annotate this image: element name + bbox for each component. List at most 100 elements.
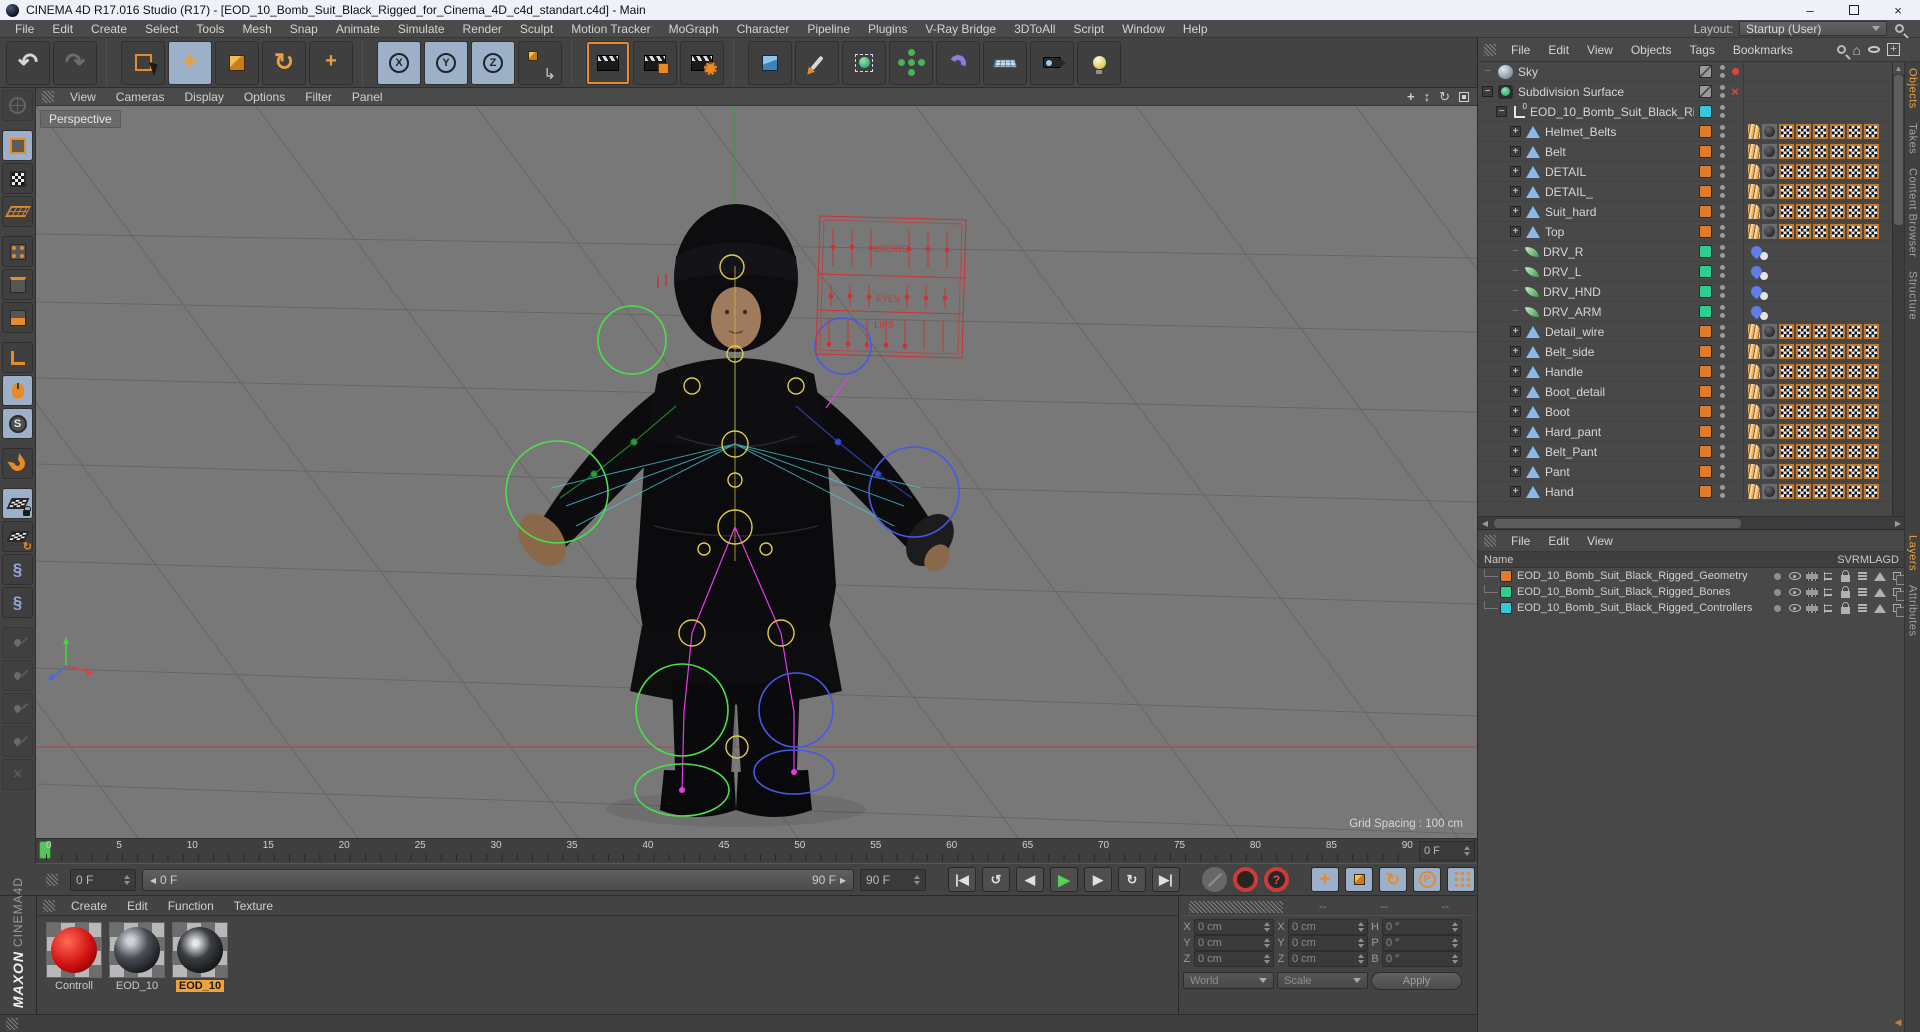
selection-tag-icon[interactable] <box>1847 164 1862 179</box>
selection-tag-icon[interactable] <box>1779 124 1794 139</box>
weight-tag-icon[interactable] <box>1748 464 1760 479</box>
scroll-left-icon[interactable]: ◀ <box>1892 1016 1904 1028</box>
selection-tag-icon[interactable] <box>1796 144 1811 159</box>
selection-tag-icon[interactable] <box>1847 144 1862 159</box>
state-icon[interactable] <box>1727 68 1743 75</box>
object-tags[interactable] <box>1743 362 1893 381</box>
visibility-toggles[interactable] <box>1717 305 1727 318</box>
material-menu-item[interactable]: Create <box>61 899 117 913</box>
visibility-toggles[interactable] <box>1717 365 1727 378</box>
z-axis-lock-button[interactable]: Z <box>471 40 515 85</box>
object-row[interactable]: Helmet_Belts <box>1478 122 1893 142</box>
selection-tag-icon[interactable] <box>1796 184 1811 199</box>
current-frame-input[interactable]: 0 F <box>70 868 136 891</box>
object-name[interactable]: Belt_Pant <box>1545 445 1694 459</box>
selection-tag-icon[interactable] <box>1830 404 1845 419</box>
selection-tag-icon[interactable] <box>1779 444 1794 459</box>
selection-tag-icon[interactable] <box>1864 144 1879 159</box>
material-item[interactable]: EOD_10 <box>108 922 166 992</box>
layer-menu-item[interactable]: Edit <box>1539 534 1578 548</box>
rotation-field[interactable]: 0 ° <box>1382 951 1462 967</box>
texture-tag-icon[interactable] <box>1762 464 1777 479</box>
selection-tag-icon[interactable] <box>1864 344 1879 359</box>
selection-tag-icon[interactable] <box>1847 384 1862 399</box>
selection-tag-icon[interactable] <box>1847 124 1862 139</box>
next-key-button[interactable]: ↻ <box>1118 867 1146 892</box>
object-name[interactable]: DETAIL <box>1545 165 1694 179</box>
selection-tag-icon[interactable] <box>1864 124 1879 139</box>
selection-tag-icon[interactable] <box>1830 144 1845 159</box>
menu-item[interactable]: Motion Tracker <box>562 22 659 36</box>
material-menu-item[interactable]: Function <box>158 899 224 913</box>
animation-toggle[interactable] <box>1854 607 1871 609</box>
selection-tag-icon[interactable] <box>1779 364 1794 379</box>
selection-tag-icon[interactable] <box>1864 324 1879 339</box>
apply-button[interactable]: Apply <box>1371 972 1462 990</box>
object-name[interactable]: Pant <box>1545 465 1694 479</box>
layer-name[interactable]: EOD_10_Bomb_Suit_Black_Rigged_Bones <box>1517 586 1769 598</box>
layer-color-swatch[interactable] <box>1500 586 1512 598</box>
object-name[interactable]: Sky <box>1518 65 1694 79</box>
object-name[interactable]: Boot_detail <box>1545 385 1694 399</box>
object-tags[interactable] <box>1743 102 1893 121</box>
size-field[interactable]: 0 cm <box>1288 935 1368 951</box>
expander-icon[interactable] <box>1510 186 1521 197</box>
object-tags[interactable] <box>1743 282 1893 301</box>
scroll-left-icon[interactable]: ◀ <box>1478 517 1492 529</box>
material-name[interactable]: Controll <box>52 980 96 992</box>
goto-end-button[interactable]: ▶| <box>1152 867 1180 892</box>
layer-color-swatch[interactable] <box>1699 285 1712 298</box>
camera-button[interactable] <box>1030 40 1074 85</box>
stepper-icon[interactable] <box>1464 846 1470 856</box>
selection-tag-icon[interactable] <box>1847 424 1862 439</box>
selection-tag-icon[interactable] <box>1796 124 1811 139</box>
object-row[interactable]: Belt_Pant <box>1478 442 1893 462</box>
viewport-menu-item[interactable]: Options <box>234 90 295 104</box>
pin-tool-button-2[interactable] <box>2 660 33 691</box>
view-label[interactable]: Perspective <box>40 110 121 128</box>
minimize-button[interactable]: – <box>1788 0 1832 20</box>
object-row[interactable]: Hard_pant <box>1478 422 1893 442</box>
size-field[interactable]: 0 cm <box>1288 919 1368 935</box>
object-tags[interactable] <box>1743 262 1893 281</box>
visibility-toggles[interactable] <box>1717 225 1727 238</box>
visibility-toggles[interactable] <box>1717 105 1727 118</box>
texture-tag-icon[interactable] <box>1762 484 1777 499</box>
selection-tag-icon[interactable] <box>1864 364 1879 379</box>
viewport-menu-item[interactable]: View <box>60 90 106 104</box>
object-tags[interactable] <box>1743 182 1893 201</box>
object-tags[interactable] <box>1743 242 1893 261</box>
object-manager-menu-item[interactable]: Tags <box>1681 43 1724 57</box>
object-name[interactable]: Hard_pant <box>1545 425 1694 439</box>
visibility-toggles[interactable] <box>1717 245 1727 258</box>
solo-toggle[interactable] <box>1769 604 1786 612</box>
model-mode-button[interactable] <box>2 130 33 161</box>
animation-toggle[interactable] <box>1854 575 1871 577</box>
texture-tag-icon[interactable] <box>1762 124 1777 139</box>
object-tags[interactable] <box>1743 122 1893 141</box>
weight-tag-icon[interactable] <box>1748 364 1760 379</box>
rotate-tool-button[interactable]: ↻ <box>262 40 306 85</box>
weight-tag-icon[interactable] <box>1748 424 1760 439</box>
move-tool-button[interactable]: + <box>168 40 212 85</box>
end-frame-input[interactable]: 90 F <box>860 868 926 891</box>
selection-tag-icon[interactable] <box>1779 424 1794 439</box>
visibility-toggles[interactable] <box>1717 345 1727 358</box>
selection-tag-icon[interactable] <box>1864 224 1879 239</box>
python-script-button[interactable]: § <box>2 554 33 585</box>
object-tags[interactable] <box>1743 422 1893 441</box>
object-name[interactable]: Top <box>1545 225 1694 239</box>
scrollbar-thumb[interactable] <box>1894 75 1903 225</box>
object-tags[interactable] <box>1743 322 1893 341</box>
side-tab[interactable]: Structure <box>1907 271 1919 320</box>
layer-color-swatch[interactable] <box>1699 425 1712 438</box>
selection-tag-icon[interactable] <box>1864 164 1879 179</box>
range-right-arrow[interactable]: ▸ <box>840 873 846 887</box>
selection-tag-icon[interactable] <box>1796 204 1811 219</box>
object-tags[interactable] <box>1743 402 1893 421</box>
light-button[interactable] <box>1077 40 1121 85</box>
object-name[interactable]: Belt <box>1545 145 1694 159</box>
layer-row[interactable]: EOD_10_Bomb_Suit_Black_Rigged_Geometry <box>1478 568 1906 585</box>
autokey-button[interactable]: ? <box>1264 867 1289 892</box>
expander-icon[interactable] <box>1482 66 1493 77</box>
